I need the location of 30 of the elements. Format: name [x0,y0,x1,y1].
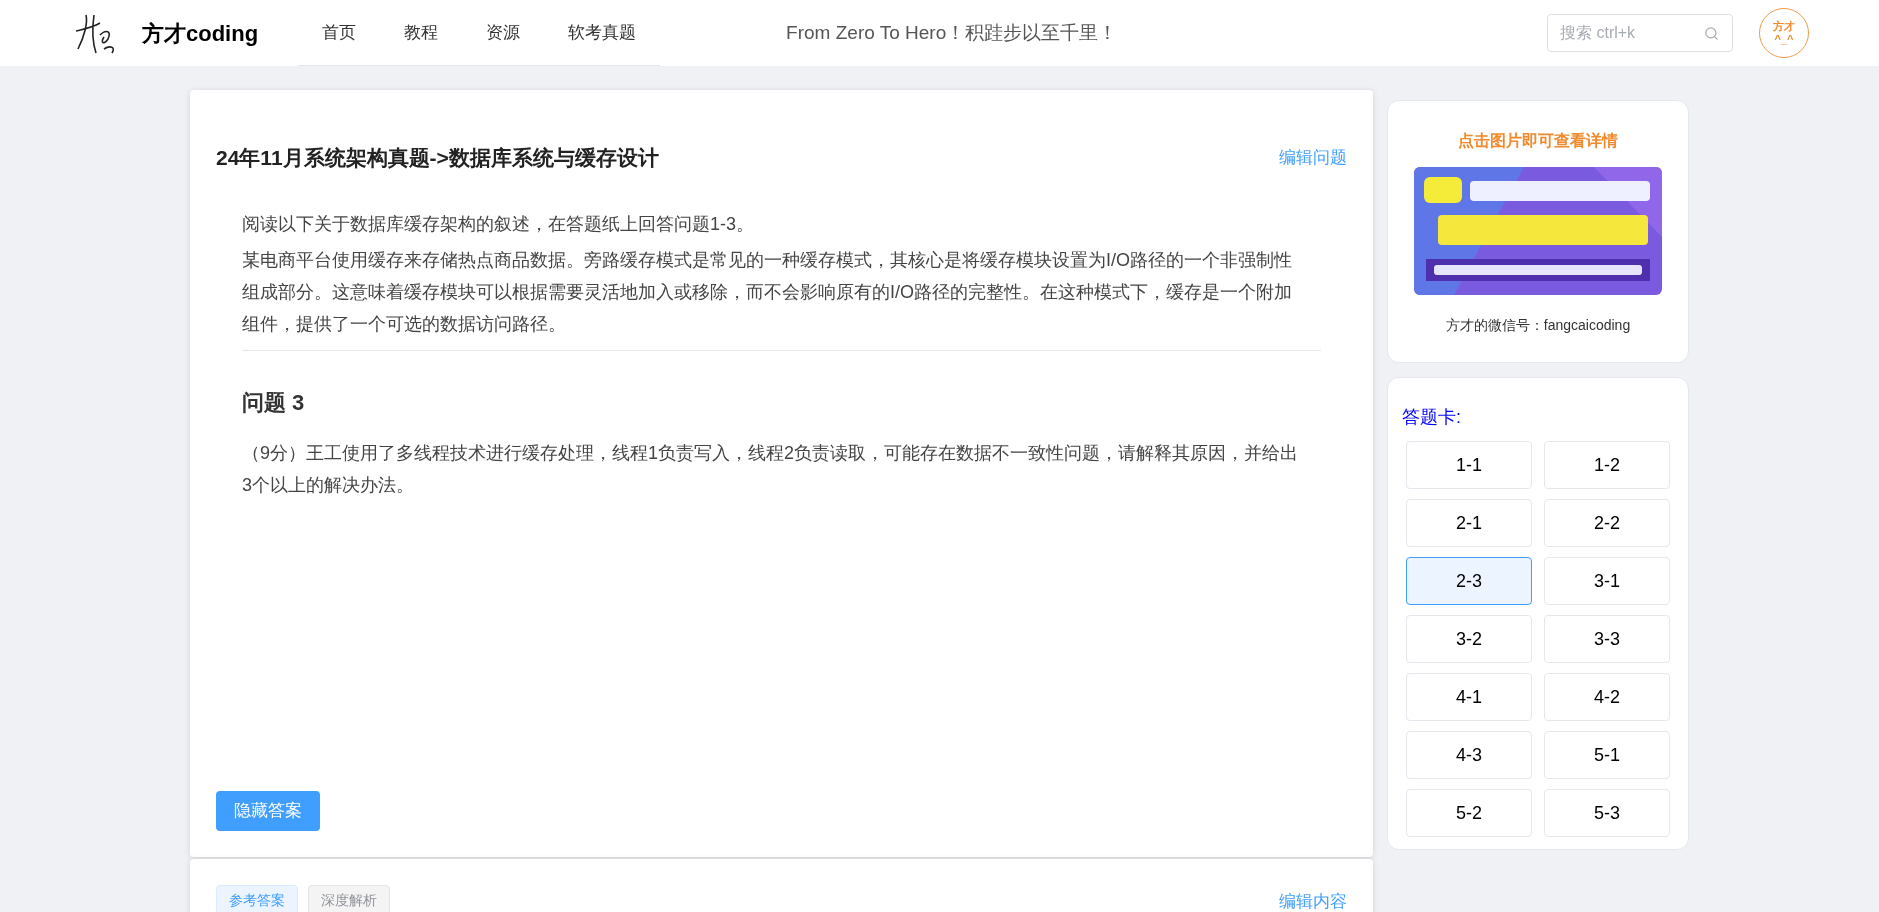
intro-text: 阅读以下关于数据库缓存架构的叙述，在答题纸上回答问题1-3。 [242,212,755,236]
answer-sheet-item[interactable]: 2-3 [1406,557,1532,605]
nav-link[interactable]: 教程 [380,0,463,65]
motto: From Zero To Hero！积跬步以至千里！ [786,20,1118,45]
answer-sheet-item[interactable]: 1-1 [1406,441,1532,489]
answer-sheet-item[interactable]: 2-1 [1406,499,1532,547]
answer-sheet-item[interactable]: 4-2 [1544,673,1670,721]
answer-sheet-item[interactable]: 4-3 [1406,731,1532,779]
search-icon [1704,26,1719,41]
answer-sheet-item[interactable]: 3-2 [1406,615,1532,663]
question-text: （9分）王工使用了多线程技术进行缓存处理，线程1负责写入，线程2负责读取，可能存在数据不一致性问题，请解释其原因，并给出3个以上的解决办法。 [242,441,1300,497]
nav-link[interactable]: 软考真题 [544,0,661,65]
nav-link[interactable]: 首页 [298,0,381,65]
answer-sheet-item[interactable]: 1-2 [1544,441,1670,489]
promo-caption: 点击图片即可查看详情 [1458,131,1618,151]
answer-sheet-item[interactable]: 5-1 [1544,731,1670,779]
answer-sheet-item[interactable]: 5-3 [1544,789,1670,837]
brand-name: 方才coding [142,19,259,48]
answer-sheet-title: 答题卡: [1402,407,1461,427]
answer-sheet-item[interactable]: 3-3 [1544,615,1670,663]
passage-text: 某电商平台使用缓存来存储热点商品数据。旁路缓存模式是常见的一种缓存模式，其核心是将缓存模块设置为I/O路径的一个非强制性组成部分。这意味着缓存模块可以根据需要灵活地加入或移除，而不会影响原有的I/O路径的完整性。在这种模式下，缓存是一个附加组件，提供了一个可选的数据访问路径。 [242,248,1293,336]
answer-sheet-item[interactable]: 5-2 [1406,789,1532,837]
nav-link[interactable]: 资源 [462,0,545,65]
question-title: 24年11月系统架构真题->数据库系统与缓存设计 [216,145,659,171]
answer-sheet-item[interactable]: 2-2 [1544,499,1670,547]
search-field[interactable]: 搜索 ctrl+k [1547,14,1733,52]
question-heading: 问题 3 [242,388,306,417]
answer-sheet-item[interactable]: 4-1 [1406,673,1532,721]
answer-sheet-item[interactable]: 3-1 [1544,557,1670,605]
wechat-id: 方才的微信号：fangcaicoding [1445,316,1631,335]
